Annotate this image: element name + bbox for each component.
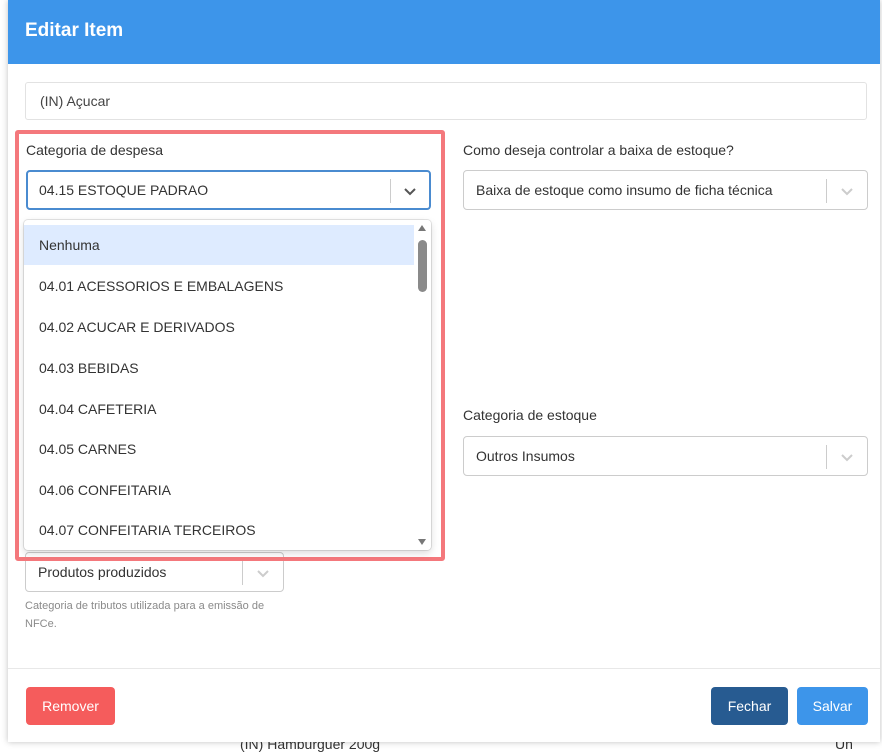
background-row-unit: Un <box>835 742 853 752</box>
stock-category-value: Outros Insumos <box>476 448 575 464</box>
chevron-down-icon[interactable] <box>400 181 420 201</box>
modal-header: Editar Item <box>8 0 880 64</box>
dropdown-option[interactable]: 04.06 CONFEITARIA <box>24 470 414 510</box>
dropdown-option[interactable]: 04.03 BEBIDAS <box>24 348 414 388</box>
dropdown-option[interactable]: Nenhuma <box>24 225 414 265</box>
tax-category-helper: Categoria de tributos utilizada para a e… <box>25 600 265 630</box>
select-separator <box>826 179 827 203</box>
item-name-value: (IN) Açucar <box>40 93 111 109</box>
remove-button[interactable]: Remover <box>26 687 115 725</box>
scroll-down-arrow-icon[interactable] <box>418 539 426 545</box>
background-table-row: (IN) Hamburguer 200g Un <box>0 742 882 752</box>
stock-control-value: Baixa de estoque como insumo de ficha té… <box>476 182 773 198</box>
dropdown-option[interactable]: 04.02 ACUCAR E DERIVADOS <box>24 307 414 347</box>
modal-title: Editar Item <box>25 20 124 41</box>
close-button[interactable]: Fechar <box>711 687 788 725</box>
edit-item-modal: Editar Item (IN) Açucar Como deseja cont… <box>8 0 880 742</box>
item-name-field[interactable]: (IN) Açucar <box>25 82 867 120</box>
expense-category-dropdown: Nenhuma 04.01 ACESSORIOS E EMBALAGENS 04… <box>24 220 431 550</box>
expense-category-select[interactable]: 04.15 ESTOQUE PADRAO <box>26 170 431 210</box>
scroll-up-arrow-icon[interactable] <box>418 225 426 231</box>
dropdown-option[interactable]: 04.04 CAFETERIA <box>24 389 414 429</box>
footer-divider <box>8 668 880 669</box>
save-button[interactable]: Salvar <box>797 687 868 725</box>
dropdown-option[interactable]: 04.07 CONFEITARIA TERCEIROS <box>24 510 414 550</box>
select-separator <box>390 179 391 203</box>
stock-control-select[interactable]: Baixa de estoque como insumo de ficha té… <box>463 170 868 210</box>
dropdown-option[interactable]: 04.01 ACESSORIOS E EMBALAGENS <box>24 266 414 306</box>
expense-category-label: Categoria de despesa <box>26 142 163 158</box>
chevron-down-icon <box>841 454 853 462</box>
stock-category-label: Categoria de estoque <box>463 407 597 423</box>
expense-category-value: 04.15 ESTOQUE PADRAO <box>39 182 209 198</box>
select-separator <box>242 561 243 585</box>
background-row-text: (IN) Hamburguer 200g <box>240 742 381 752</box>
dropdown-option[interactable]: 04.05 CARNES <box>24 429 414 469</box>
tax-category-value: Produtos produzidos <box>38 564 167 580</box>
select-separator <box>826 445 827 469</box>
chevron-down-icon <box>841 188 853 196</box>
scrollbar-thumb[interactable] <box>418 240 427 292</box>
chevron-down-icon <box>257 570 269 578</box>
stock-category-select[interactable]: Outros Insumos <box>463 436 868 476</box>
dropdown-scrollbar[interactable] <box>414 220 431 550</box>
stock-control-label: Como deseja controlar a baixa de estoque… <box>463 142 734 158</box>
